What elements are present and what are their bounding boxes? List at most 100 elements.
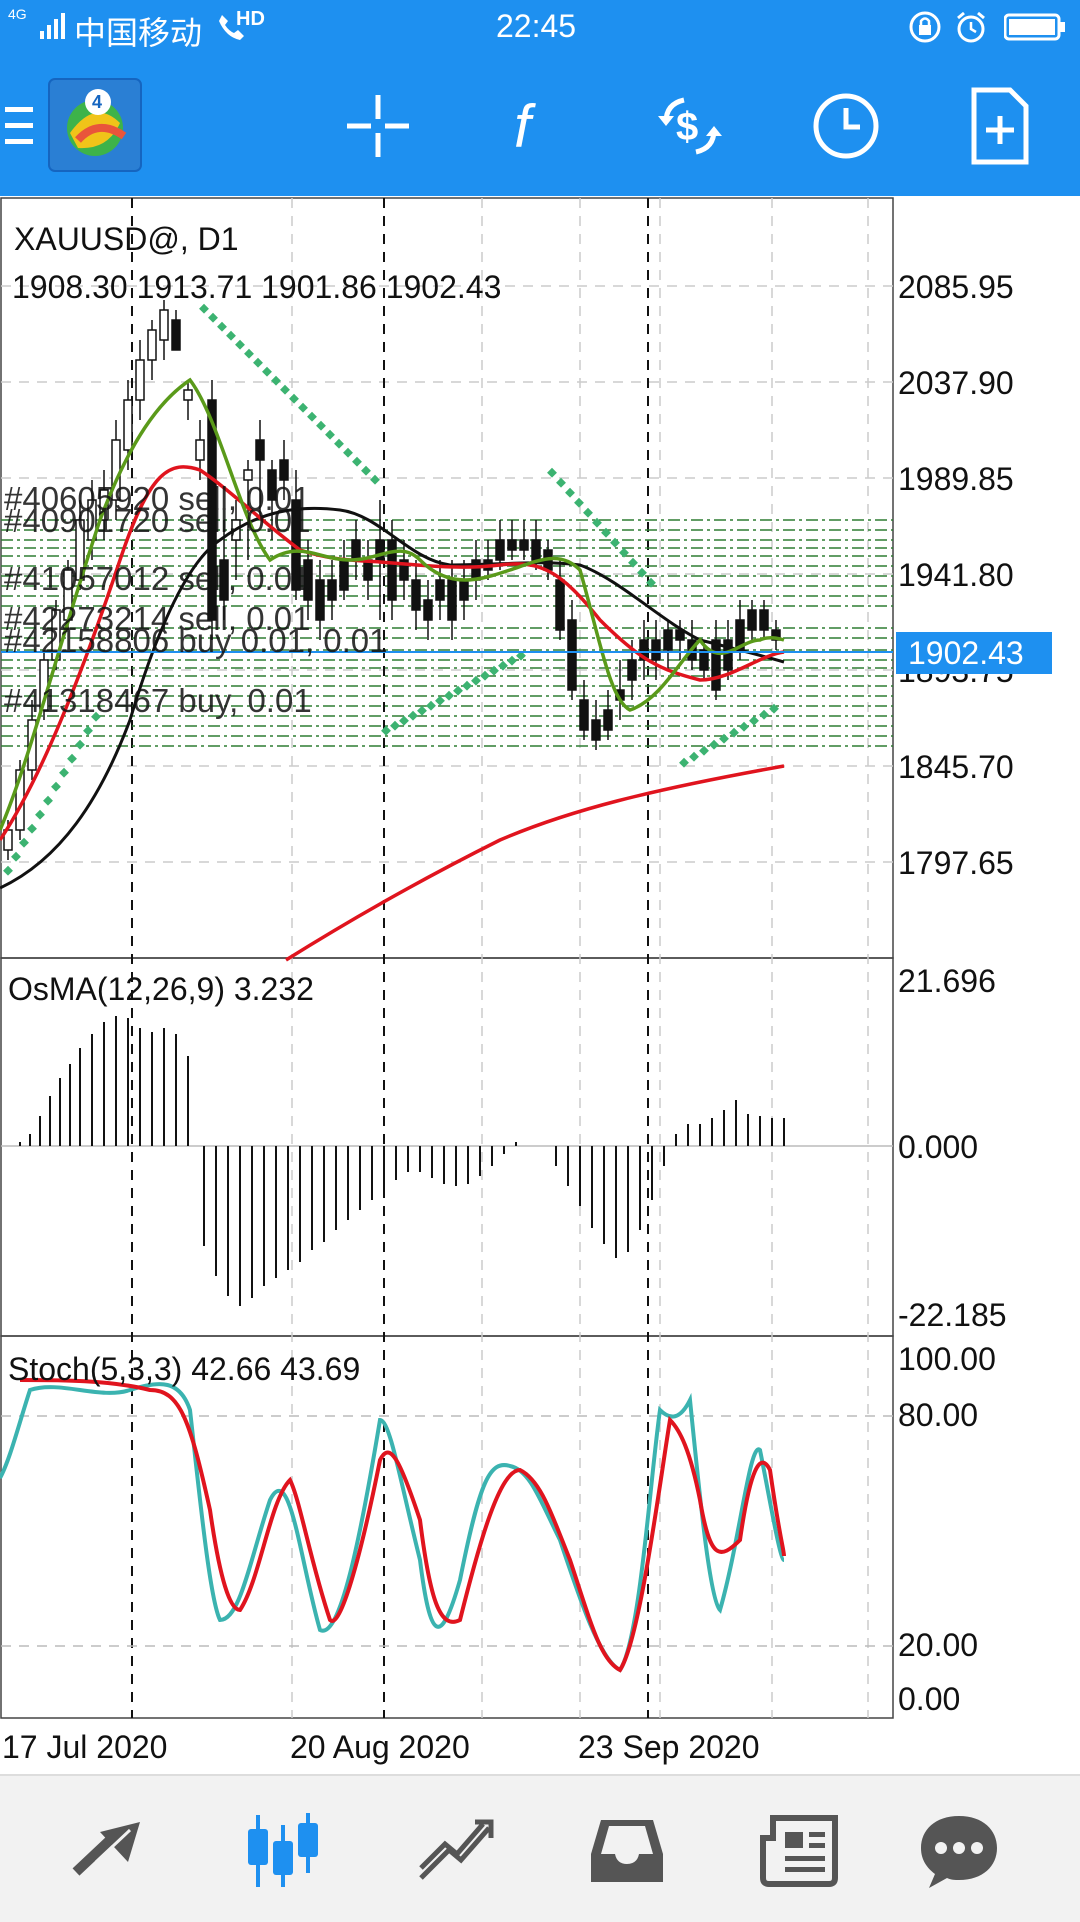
- candle-body: [495, 539, 505, 561]
- history-icon[interactable]: [572, 1806, 682, 1896]
- ohlc-label: 1908.30 1913.71 1901.86 1902.43: [12, 269, 501, 305]
- osma-tick: 21.696: [898, 963, 996, 999]
- stoch-main-line: [0, 1382, 786, 1673]
- candle-body: [459, 579, 469, 601]
- price-tick: 2037.90: [898, 365, 1014, 401]
- news-icon[interactable]: [744, 1806, 854, 1896]
- sar-dot: [235, 339, 245, 350]
- sar-dot: [769, 703, 779, 714]
- sar-dot: [426, 700, 436, 711]
- candle-body: [579, 699, 589, 731]
- price-tick: 1845.70: [898, 749, 1014, 785]
- sar-dot: [3, 865, 13, 876]
- price-tick: 1989.85: [898, 461, 1014, 497]
- sar-dot: [280, 384, 290, 395]
- carrier-name: 中国移动: [74, 15, 203, 51]
- osma-frame: [0, 957, 894, 1337]
- sar-dot: [43, 795, 53, 806]
- sar-dot: [83, 725, 93, 736]
- sar-dot: [208, 312, 218, 323]
- clock-time: 22:45: [496, 8, 577, 44]
- status-bar: 4G 中国移动 HD 22:45: [0, 0, 1080, 56]
- candle-body: [423, 599, 433, 621]
- mt4-logo[interactable]: 4: [48, 78, 142, 172]
- chart-icon[interactable]: [228, 1806, 338, 1896]
- candle-body: [171, 319, 181, 351]
- sar-dot: [226, 330, 236, 341]
- sar-dot: [343, 447, 353, 458]
- function-icon[interactable]: f: [482, 76, 582, 176]
- candle-body: [651, 639, 661, 661]
- rotation-lock-icon: [908, 10, 942, 52]
- svg-text:4: 4: [92, 92, 102, 112]
- trade-icon[interactable]: [400, 1806, 510, 1896]
- osma-tick: -22.185: [898, 1297, 1007, 1333]
- quotes-icon[interactable]: [55, 1806, 165, 1896]
- candle-body: [663, 629, 673, 651]
- trade-icon[interactable]: $: [640, 76, 740, 176]
- sar-dot: [289, 393, 299, 404]
- osma-label: OsMA(12,26,9) 3.232: [8, 971, 314, 1007]
- chart-toolbar: 4 f $: [0, 56, 1080, 196]
- chat-icon[interactable]: [904, 1806, 1014, 1896]
- sar-dot: [444, 690, 454, 701]
- sar-dot: [453, 685, 463, 696]
- sar-dot: [719, 733, 729, 744]
- stoch-tick: 0.00: [898, 1681, 960, 1717]
- sar-dot: [565, 487, 575, 498]
- clock-icon[interactable]: [796, 76, 896, 176]
- stochastic-lines: [0, 1378, 786, 1673]
- sar-dot: [417, 705, 427, 716]
- price-tick: 2085.95: [898, 269, 1014, 305]
- new-order-icon[interactable]: [950, 76, 1050, 176]
- candle-body: [339, 559, 349, 591]
- sar-dot: [689, 751, 699, 762]
- order-label: #42158806 buy 0.01, 0.01: [4, 622, 388, 659]
- stoch-tick: 20.00: [898, 1627, 978, 1663]
- symbol-label: XAUUSD@, D1: [14, 221, 239, 257]
- candle-body: [135, 359, 145, 401]
- osma-histogram: [19, 1016, 785, 1306]
- sar-dot: [334, 438, 344, 449]
- candle-body: [327, 579, 337, 601]
- candle-body: [195, 439, 205, 461]
- candle-body: [387, 539, 397, 601]
- menu-icon[interactable]: [0, 76, 40, 176]
- sar-dot: [59, 767, 69, 778]
- sar-dot: [199, 303, 209, 314]
- time-axis: 17 Jul 2020 20 Aug 2020 23 Sep 2020: [2, 1729, 760, 1765]
- sar-dot: [610, 537, 620, 548]
- time-tick: 17 Jul 2020: [2, 1729, 167, 1765]
- sar-dot: [709, 739, 719, 750]
- candle-body: [507, 539, 517, 551]
- sar-dot: [471, 675, 481, 686]
- osma-tick: 0.000: [898, 1129, 978, 1165]
- sar-dot: [352, 456, 362, 467]
- sar-dot: [547, 467, 557, 478]
- hd-badge: HD: [236, 8, 265, 30]
- sar-dot: [27, 823, 37, 834]
- sar-dot: [253, 357, 263, 368]
- sar-dot: [262, 366, 272, 377]
- sar-dot: [583, 507, 593, 518]
- order-label: #40901720 sell, 0.01: [4, 502, 310, 539]
- price-tick: 1941.80: [898, 557, 1014, 593]
- signal-icon: [40, 10, 70, 47]
- sar-dot: [601, 527, 611, 538]
- chart-area[interactable]: #40605920 sell, 0.01 #40901720 sell, 0.0…: [0, 196, 1080, 1776]
- price-tick: 1797.65: [898, 845, 1014, 881]
- svg-text:f: f: [514, 93, 536, 160]
- sar-dot: [592, 517, 602, 528]
- sar-dot: [489, 665, 499, 676]
- sar-dot: [67, 753, 77, 764]
- sar-dot: [498, 660, 508, 671]
- candle-body: [711, 639, 721, 691]
- sar-dot: [574, 497, 584, 508]
- candle-body: [183, 389, 193, 401]
- order-label: #41057012 sell, 0.01: [4, 560, 310, 597]
- time-tick: 23 Sep 2020: [578, 1729, 760, 1765]
- candle-body: [435, 579, 445, 601]
- candle-body: [159, 309, 169, 341]
- crosshair-icon[interactable]: [328, 76, 428, 176]
- time-tick: 20 Aug 2020: [290, 1729, 470, 1765]
